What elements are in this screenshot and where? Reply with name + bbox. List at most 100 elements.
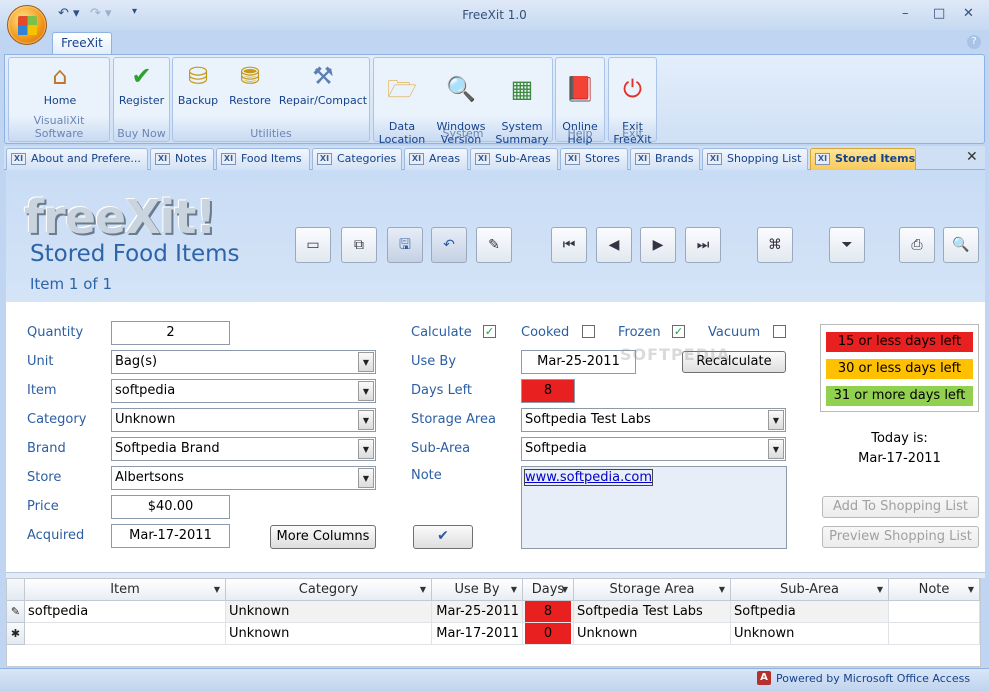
table-cell[interactable]: Softpedia <box>731 601 889 623</box>
chevron-down-icon[interactable]: ▼ <box>358 381 374 401</box>
note-field[interactable]: www.softpedia.com <box>521 466 787 549</box>
frozen-checkbox[interactable]: ✓ <box>672 325 685 338</box>
table-cell[interactable]: Mar-17-2011 <box>432 623 523 645</box>
preview-shopping-list-button[interactable]: Preview Shopping List <box>822 526 979 548</box>
add-to-shopping-list-button[interactable]: Add To Shopping List <box>822 496 979 518</box>
backup-button[interactable]: ⛁ Backup <box>175 61 221 107</box>
home-button[interactable]: ⌂ Home <box>27 61 93 107</box>
help-icon[interactable]: ? <box>967 35 981 49</box>
calculate-checkbox[interactable]: ✓ <box>483 325 496 338</box>
chevron-down-icon[interactable]: ▼ <box>768 410 784 430</box>
chevron-down-icon[interactable]: ▼ <box>358 439 374 459</box>
maximize-icon[interactable]: □ <box>933 6 945 21</box>
cooked-checkbox[interactable] <box>582 325 595 338</box>
unit-dropdown[interactable]: Bag(s) ▼ <box>111 350 376 374</box>
restore-button[interactable]: ⛃ Restore <box>225 61 275 107</box>
tab-about-preferences[interactable]: XI About and Prefere... <box>6 148 148 170</box>
note-link[interactable]: www.softpedia.com <box>524 469 653 486</box>
tab-notes[interactable]: XI Notes <box>150 148 214 170</box>
form-icon: XI <box>317 153 332 165</box>
column-header-item[interactable]: Item ▼ <box>25 579 226 601</box>
first-record-button[interactable]: ⏮ <box>551 227 587 263</box>
days-left-field[interactable]: 8 <box>521 379 575 403</box>
select-all-corner[interactable] <box>7 579 25 601</box>
new-record-button[interactable]: ▭ <box>295 227 331 263</box>
watermark: SOFTPEDIA <box>620 345 731 364</box>
column-header-use-by[interactable]: Use By ▼ <box>432 579 523 601</box>
spell-check-button[interactable]: ✔ <box>413 525 473 549</box>
column-header-days[interactable]: Days ▼ <box>523 579 574 601</box>
chevron-down-icon[interactable]: ▼ <box>214 579 220 600</box>
table-cell[interactable] <box>889 623 980 645</box>
table-cell[interactable]: softpedia <box>25 601 226 623</box>
close-window-icon[interactable]: ✕ <box>963 6 974 21</box>
table-cell[interactable]: 8 <box>523 601 574 623</box>
print-button[interactable]: ⎙ <box>899 227 935 263</box>
chevron-down-icon[interactable]: ▼ <box>358 410 374 430</box>
column-header-storage-area[interactable]: Storage Area ▼ <box>574 579 731 601</box>
chevron-down-icon[interactable]: ▼ <box>511 579 517 600</box>
close-tab-icon[interactable]: ✕ <box>966 149 978 165</box>
chevron-down-icon[interactable]: ▼ <box>768 439 784 459</box>
table-cell[interactable]: Unknown <box>731 623 889 645</box>
tab-sub-areas[interactable]: XI Sub-Areas <box>470 148 558 170</box>
column-header-sub-area[interactable]: Sub-Area ▼ <box>731 579 889 601</box>
chevron-down-icon[interactable]: ▼ <box>420 579 426 600</box>
copy-record-button[interactable]: ⧉ <box>341 227 377 263</box>
undo-record-button[interactable]: ↶ <box>431 227 467 263</box>
tab-stored-items[interactable]: XI Stored Items <box>810 148 916 170</box>
more-columns-button[interactable]: More Columns <box>270 525 376 549</box>
chevron-down-icon[interactable]: ▼ <box>968 579 974 600</box>
find-button[interactable]: ⌘ <box>757 227 793 263</box>
next-record-button[interactable]: ▶ <box>640 227 676 263</box>
chevron-down-icon[interactable]: ▼ <box>358 352 374 372</box>
vacuum-checkbox[interactable] <box>773 325 786 338</box>
chevron-down-icon[interactable]: ▼ <box>358 468 374 488</box>
tab-stores[interactable]: XI Stores <box>560 148 628 170</box>
storage-area-dropdown[interactable]: Softpedia Test Labs ▼ <box>521 408 786 432</box>
tab-food-items[interactable]: XI Food Items <box>216 148 310 170</box>
brand-dropdown[interactable]: Softpedia Brand ▼ <box>111 437 376 461</box>
tab-label: Stores <box>585 152 620 165</box>
table-cell[interactable]: Unknown <box>226 601 432 623</box>
table-cell[interactable] <box>889 601 980 623</box>
use-by-field[interactable]: Mar-25-2011 <box>521 350 636 374</box>
table-cell[interactable]: Softpedia Test Labs <box>574 601 731 623</box>
store-dropdown[interactable]: Albertsons ▼ <box>111 466 376 490</box>
record-selector[interactable]: ✎ <box>7 601 25 623</box>
record-selector[interactable]: ✱ <box>7 623 25 645</box>
previous-record-button[interactable]: ◀ <box>596 227 632 263</box>
filter-button[interactable]: ⏷ <box>829 227 865 263</box>
tab-categories[interactable]: XI Categories <box>312 148 402 170</box>
tab-shopping-list[interactable]: XI Shopping List <box>702 148 808 170</box>
print-preview-button[interactable]: 🔍 <box>943 227 979 263</box>
office-button[interactable] <box>7 5 47 45</box>
register-button[interactable]: ✔ Register <box>114 61 169 107</box>
chevron-down-icon[interactable]: ▼ <box>877 579 883 600</box>
tab-label: Notes <box>175 152 207 165</box>
chevron-down-icon[interactable]: ▼ <box>562 579 568 600</box>
item-dropdown[interactable]: softpedia ▼ <box>111 379 376 403</box>
category-dropdown[interactable]: Unknown ▼ <box>111 408 376 432</box>
chevron-down-icon[interactable]: ▼ <box>719 579 725 600</box>
table-cell[interactable]: Unknown <box>226 623 432 645</box>
tab-brands[interactable]: XI Brands <box>630 148 700 170</box>
save-record-button[interactable]: 🖫 <box>387 227 423 263</box>
table-cell[interactable]: 0 <box>523 623 574 645</box>
table-cell[interactable]: Mar-25-2011 <box>432 601 523 623</box>
form-icon: XI <box>707 153 722 165</box>
minimize-icon[interactable]: – <box>902 6 909 21</box>
sub-area-dropdown[interactable]: Softpedia ▼ <box>521 437 786 461</box>
ribbon-tab-freexit[interactable]: FreeXit <box>52 32 112 54</box>
delete-record-button[interactable]: ✎ <box>476 227 512 263</box>
tab-areas[interactable]: XI Areas <box>404 148 468 170</box>
table-cell[interactable] <box>25 623 226 645</box>
repair-compact-button[interactable]: ⚒ Repair/Compact <box>277 61 369 107</box>
acquired-field[interactable]: Mar-17-2011 <box>111 524 230 548</box>
column-header-note[interactable]: Note ▼ <box>889 579 980 601</box>
column-header-category[interactable]: Category ▼ <box>226 579 432 601</box>
price-field[interactable]: $40.00 <box>111 495 230 519</box>
quantity-field[interactable]: 2 <box>111 321 230 345</box>
table-cell[interactable]: Unknown <box>574 623 731 645</box>
last-record-button[interactable]: ⏭ <box>685 227 721 263</box>
